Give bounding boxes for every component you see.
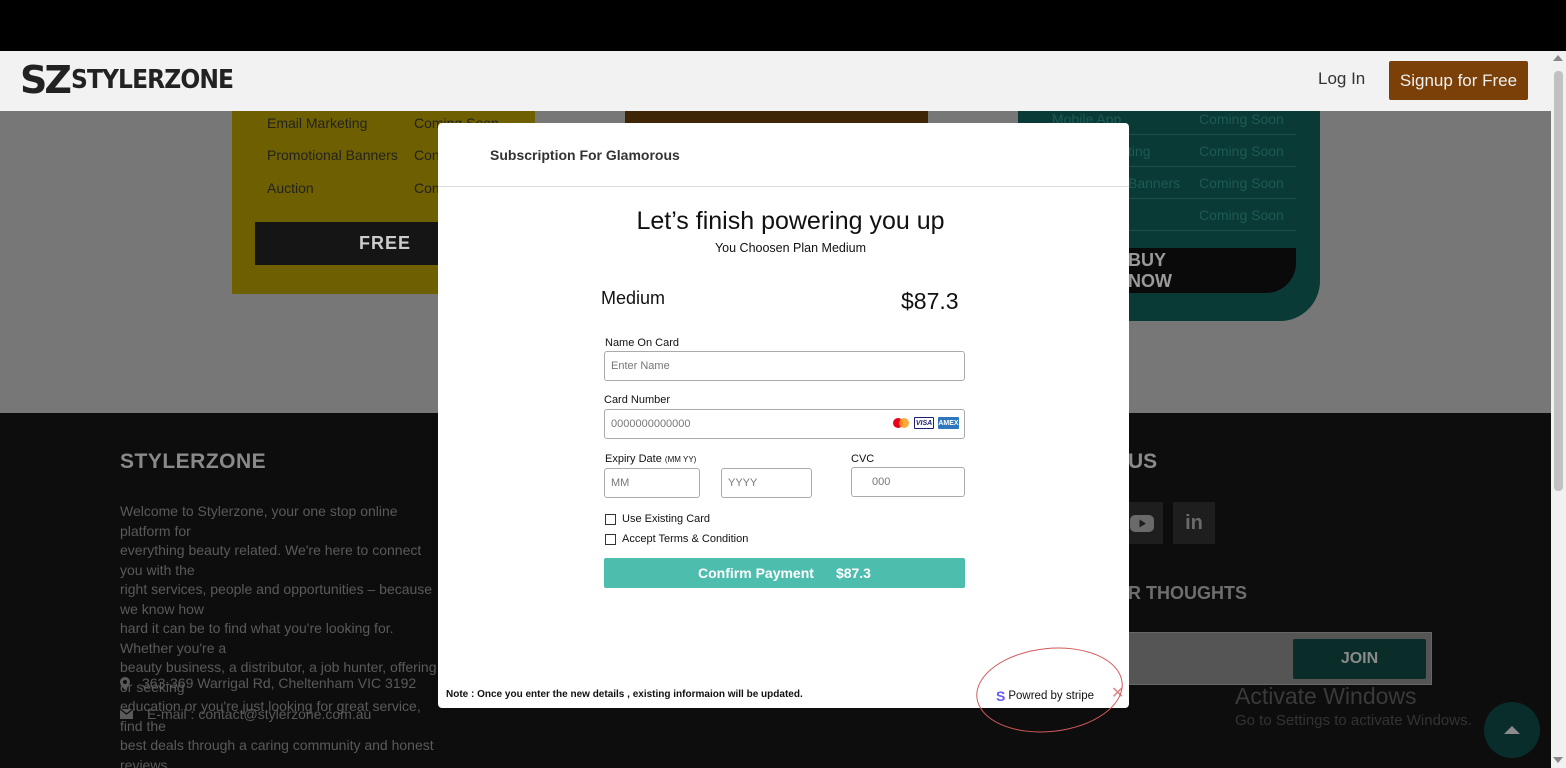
visa-icon: VISA	[914, 417, 934, 429]
plan-name: Medium	[601, 288, 666, 308]
modal-divider	[438, 186, 1129, 187]
confirm-payment-button[interactable]: Confirm Payment $87.3	[604, 558, 965, 588]
expiry-label-text: Expiry Date	[605, 453, 662, 465]
scroll-to-top-button[interactable]	[1484, 702, 1540, 758]
use-existing-card-option[interactable]: Use Existing Card	[605, 513, 710, 525]
amex-icon: AMEX	[938, 417, 959, 429]
share-thoughts-heading: R THOUGHTS	[1128, 583, 1247, 603]
card-brand-icons: VISA AMEX	[891, 417, 959, 429]
divider	[1128, 166, 1296, 167]
feature-status: Con	[414, 147, 440, 163]
cvc-input[interactable]	[851, 467, 965, 497]
arrow-up-icon	[1504, 726, 1520, 734]
scroll-down-icon[interactable]	[1553, 757, 1563, 763]
stylerzone-logo[interactable]: SZ STYLERZONE	[20, 58, 251, 102]
logo-mark: SZ	[20, 58, 72, 102]
divider	[1128, 134, 1296, 135]
join-button[interactable]: JOIN	[1293, 639, 1426, 679]
subscription-modal: Subscription For Glamorous Let’s finish …	[438, 123, 1129, 708]
plan-price: $87.3	[901, 288, 959, 314]
email-text[interactable]: E-mail : contact@stylerzone.com.au	[147, 706, 371, 722]
signup-button[interactable]: Signup for Free	[1389, 61, 1528, 100]
cvc-label: CVC	[851, 453, 875, 465]
feature-name: Auction	[267, 180, 314, 196]
address-text: 363-369 Warrigal Rd, Cheltenham VIC 3192	[142, 675, 417, 691]
footer-description: Welcome to Stylerzone, your one stop onl…	[120, 503, 437, 768]
feature-name: ting	[1128, 143, 1151, 159]
confirm-payment-amount: $87.3	[835, 565, 871, 581]
modal-headline: Let’s finish powering you up	[636, 207, 945, 235]
scroll-thumb[interactable]	[1554, 71, 1563, 491]
use-existing-card-checkbox[interactable]	[605, 513, 616, 525]
linkedin-icon[interactable]: in	[1173, 502, 1215, 544]
feature-status: Con	[414, 180, 440, 196]
divider	[1128, 230, 1296, 231]
expiry-date-label: Expiry Date (MM YY)	[605, 453, 696, 465]
feature-status: Coming Soon	[1199, 111, 1284, 127]
accept-terms-checkbox[interactable]	[605, 533, 616, 545]
accept-terms-label: Accept Terms & Condition	[622, 533, 749, 545]
accept-terms-option[interactable]: Accept Terms & Condition	[605, 533, 748, 545]
confirm-payment-label: Confirm Payment	[698, 565, 814, 581]
footer-email: E-mail : contact@stylerzone.com.au	[120, 706, 371, 722]
expiry-month-input[interactable]	[604, 468, 700, 498]
mail-icon	[120, 709, 133, 719]
feature-status: Coming Soon	[1199, 175, 1284, 191]
login-link[interactable]: Log In	[1318, 69, 1365, 89]
follow-us-heading: US	[1128, 450, 1158, 473]
activate-windows-title: Activate Windows	[1235, 683, 1417, 709]
feature-name: Banners	[1128, 175, 1181, 191]
scroll-up-icon[interactable]	[1553, 55, 1563, 61]
use-existing-card-label: Use Existing Card	[622, 513, 711, 525]
update-note: Note : Once you enter the new details , …	[446, 689, 803, 700]
logo-text: STYLERZONE	[70, 65, 234, 95]
name-on-card-label: Name On Card	[605, 337, 679, 349]
browser-top-bar	[0, 0, 1566, 51]
card-number-label: Card Number	[604, 394, 671, 406]
feature-name: Email Marketing	[267, 115, 368, 131]
page-scrollbar[interactable]	[1551, 51, 1566, 768]
buy-now-button[interactable]: BUY NOW	[1128, 248, 1296, 293]
mastercard-icon	[891, 417, 910, 429]
footer-address: 363-369 Warrigal Rd, Cheltenham VIC 3192	[120, 675, 416, 691]
expiry-year-input[interactable]	[721, 468, 812, 498]
feature-status: Coming Soon	[1199, 143, 1284, 159]
newsletter-form: JOIN	[1128, 632, 1432, 685]
expiry-format-hint: (MM YY)	[664, 455, 697, 464]
divider	[1128, 198, 1296, 199]
activate-windows-subtitle: Go to Settings to activate Windows.	[1235, 712, 1472, 729]
chosen-plan-text: You Choosen Plan Medium	[714, 241, 867, 255]
modal-title: Subscription For Glamorous	[490, 147, 680, 163]
location-pin-icon	[120, 676, 130, 690]
site-header: SZ STYLERZONE Log In Signup for Free	[0, 51, 1551, 111]
footer-brand: STYLERZONE	[120, 450, 267, 473]
feature-name: Promotional Banners	[267, 147, 398, 163]
medium-plan-card	[625, 111, 928, 123]
feature-status: Coming Soon	[1199, 207, 1284, 223]
name-on-card-input[interactable]	[604, 351, 965, 381]
